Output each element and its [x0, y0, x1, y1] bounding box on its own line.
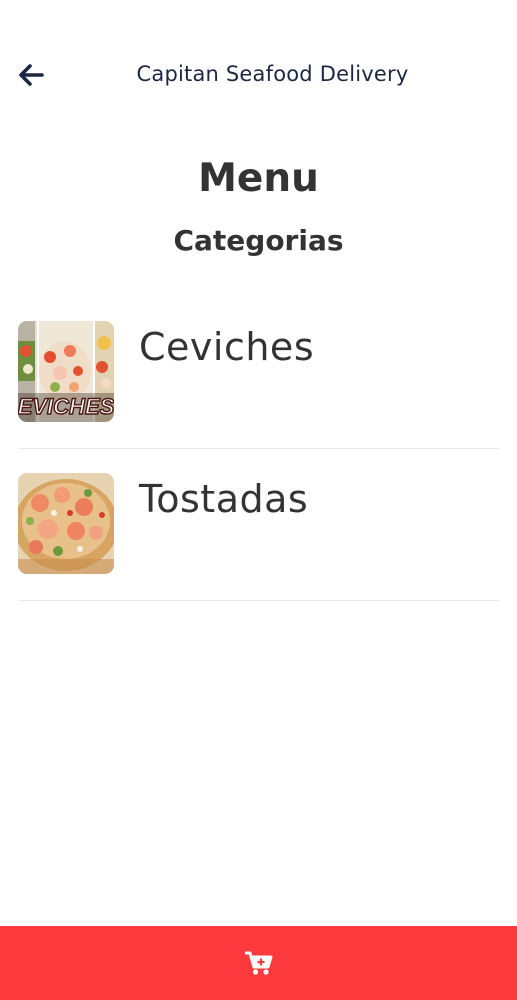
category-item-tostadas[interactable]: Tostadas — [18, 449, 499, 601]
category-list: EVICHES Ceviches Tostadas — [18, 297, 499, 601]
cart-plus-icon — [244, 951, 272, 975]
category-label: Tostadas — [139, 477, 309, 521]
ceviche-photo: EVICHES — [18, 321, 114, 422]
page-title: Menu — [198, 156, 319, 201]
cart-button[interactable] — [0, 926, 517, 1000]
thumb-caption: EVICHES — [18, 394, 114, 419]
category-item-ceviches[interactable]: EVICHES Ceviches — [18, 297, 499, 449]
header-title: Capitan Seafood Delivery — [136, 62, 409, 86]
app-header: Capitan Seafood Delivery — [0, 48, 517, 104]
section-title: Categorias — [173, 224, 344, 257]
tostada-photo — [18, 473, 114, 574]
category-label: Ceviches — [139, 325, 315, 369]
screen: Capitan Seafood Delivery Menu Categorias — [0, 0, 517, 1000]
